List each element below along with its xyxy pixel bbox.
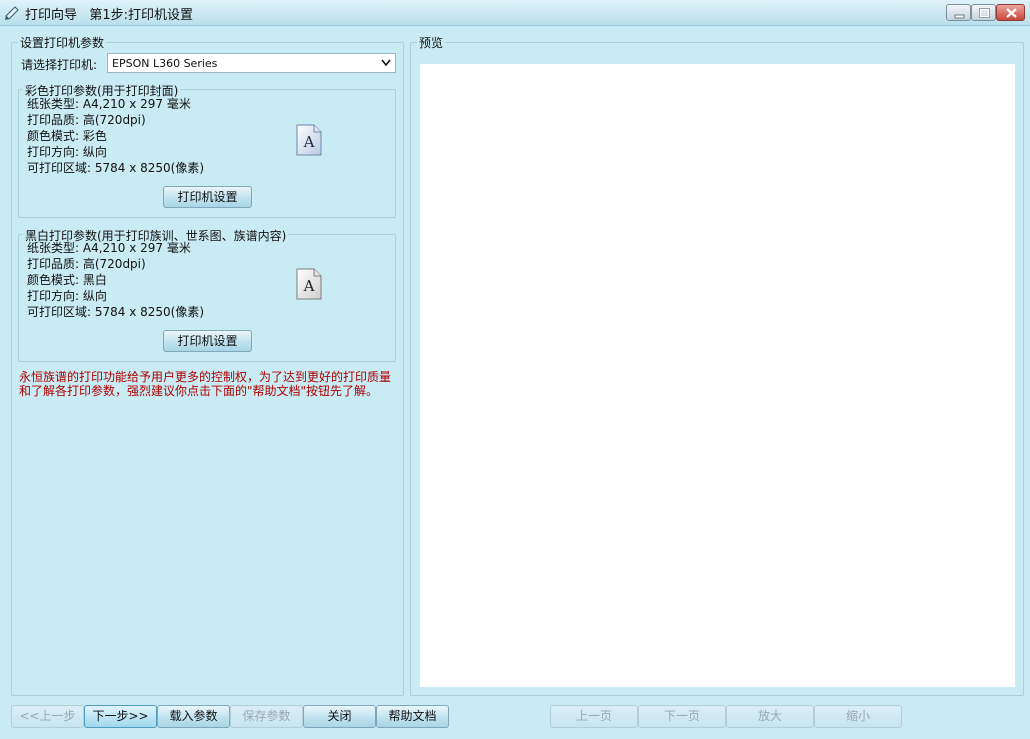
warning-line-1: 永恒族谱的打印功能给予用户更多的控制权，为了达到更好的打印质量 — [19, 370, 392, 384]
printer-select-value: EPSON L360 Series — [112, 57, 218, 70]
svg-text:A: A — [303, 277, 315, 295]
minimize-button[interactable] — [946, 4, 971, 21]
color-printer-settings-button[interactable]: 打印机设置 — [163, 186, 252, 208]
color-printable-area: 可打印区域: 5784 x 8250(像素) — [27, 161, 205, 175]
title-bar: 打印向导 第1步:打印机设置 — [0, 0, 1030, 26]
next-step-button[interactable]: 下一步>> — [84, 705, 157, 728]
color-paper-type: 纸张类型: A4,210 x 297 毫米 — [27, 97, 191, 111]
save-params-button[interactable]: 保存参数 — [230, 705, 303, 728]
minimize-icon — [954, 14, 965, 19]
document-a-icon: A — [296, 124, 322, 156]
load-params-button[interactable]: 载入参数 — [157, 705, 230, 728]
bw-print-quality: 打印品质: 高(720dpi) — [27, 257, 146, 271]
previous-page-button[interactable]: 上一页 — [550, 705, 638, 728]
maximize-button[interactable] — [971, 4, 996, 21]
close-window-button[interactable] — [996, 4, 1025, 21]
next-page-button[interactable]: 下一页 — [638, 705, 726, 728]
chevron-down-icon — [381, 59, 391, 67]
close-icon — [1006, 8, 1017, 18]
printer-settings-title: 设置打印机参数 — [18, 34, 107, 51]
bw-color-mode: 颜色模式: 黑白 — [27, 273, 107, 287]
zoom-out-button[interactable]: 缩小 — [814, 705, 902, 728]
bw-paper-type: 纸张类型: A4,210 x 297 毫米 — [27, 241, 191, 255]
printer-select[interactable]: EPSON L360 Series — [107, 53, 396, 73]
window-title: 打印向导 第1步:打印机设置 — [25, 8, 194, 23]
bw-printable-area: 可打印区域: 5784 x 8250(像素) — [27, 305, 205, 319]
document-a-icon: A — [296, 268, 322, 300]
preview-title: 预览 — [417, 34, 446, 51]
svg-text:A: A — [303, 133, 315, 151]
print-wizard-icon — [5, 6, 19, 20]
zoom-in-button[interactable]: 放大 — [726, 705, 814, 728]
close-button[interactable]: 关闭 — [303, 705, 376, 728]
bw-orientation: 打印方向: 纵向 — [27, 289, 107, 303]
help-docs-button[interactable]: 帮助文档 — [376, 705, 449, 728]
color-print-quality: 打印品质: 高(720dpi) — [27, 113, 146, 127]
preview-canvas[interactable] — [420, 64, 1015, 687]
color-color-mode: 颜色模式: 彩色 — [27, 129, 107, 143]
help-warning-text: 永恒族谱的打印功能给予用户更多的控制权，为了达到更好的打印质量 和了解各打印参数… — [19, 370, 399, 398]
maximize-icon — [979, 8, 990, 18]
previous-step-button[interactable]: <<上一步 — [11, 705, 84, 728]
color-orientation: 打印方向: 纵向 — [27, 145, 107, 159]
bw-printer-settings-button[interactable]: 打印机设置 — [163, 330, 252, 352]
warning-line-2: 和了解各打印参数，强烈建议你点击下面的"帮助文档"按钮先了解。 — [19, 384, 379, 398]
printer-select-label: 请选择打印机: — [21, 58, 98, 72]
